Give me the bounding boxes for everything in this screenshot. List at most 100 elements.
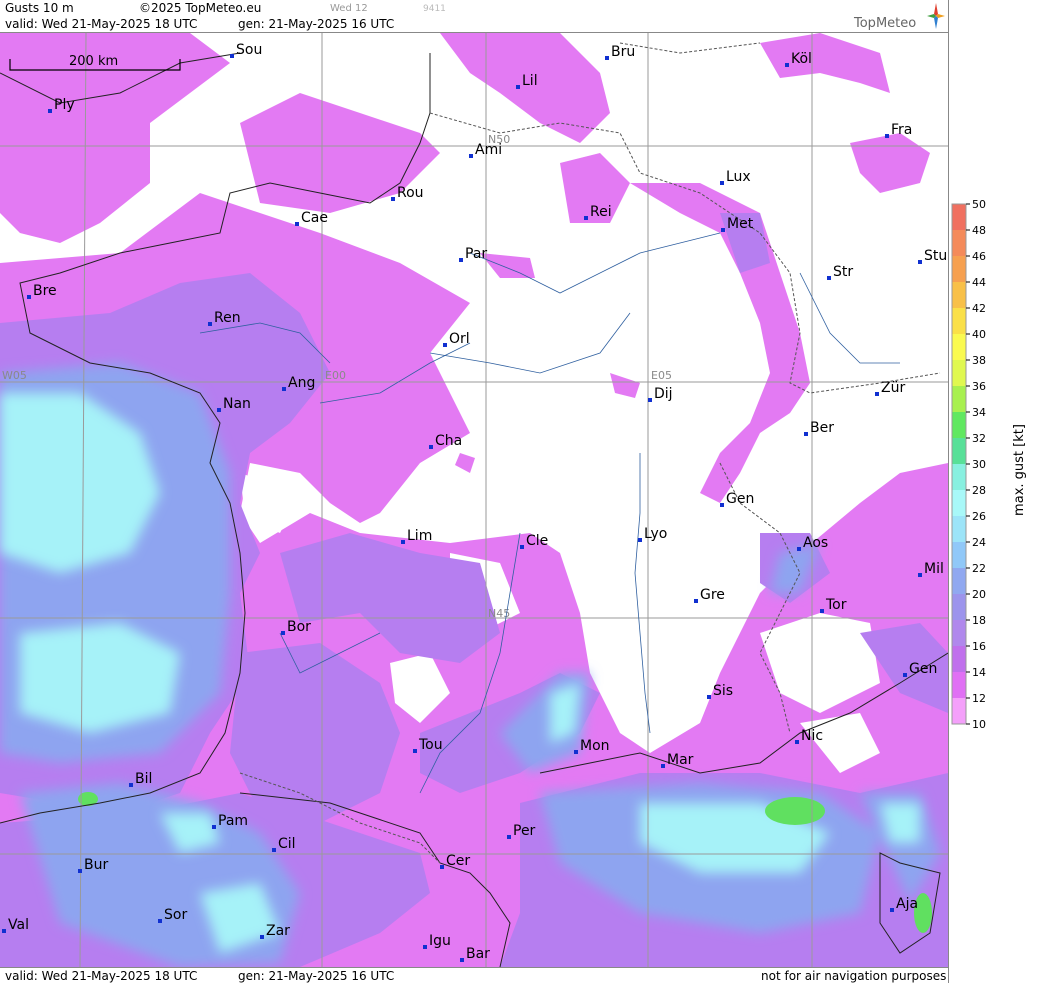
city-dot xyxy=(429,445,433,449)
city-dot xyxy=(2,929,6,933)
city-marker: Gen xyxy=(720,491,754,507)
legend-swatch xyxy=(952,464,966,490)
city-label: Bor xyxy=(287,619,311,635)
lon-label-w05: W05 xyxy=(2,369,27,382)
city-label: Ren xyxy=(214,310,241,326)
legend-tick-label: 22 xyxy=(972,562,986,575)
city-label: Mon xyxy=(580,738,610,754)
legend-tick-label: 14 xyxy=(972,666,986,679)
city-dot xyxy=(721,228,725,232)
navigation-disclaimer: not for air navigation purposes xyxy=(761,969,947,983)
city-label: Rei xyxy=(590,204,612,220)
city-label: Ami xyxy=(475,142,502,158)
city-label: Bre xyxy=(33,283,57,299)
city-label: Mar xyxy=(667,752,694,768)
city-label: Lil xyxy=(522,73,538,89)
city-dot xyxy=(460,958,464,962)
run-code: 9411 xyxy=(423,4,446,14)
legend-title: max. gust [kt] xyxy=(1012,424,1027,516)
city-dot xyxy=(440,865,444,869)
legend-swatch xyxy=(952,204,966,230)
legend-swatch xyxy=(952,412,966,438)
city-label: Met xyxy=(727,216,754,232)
city-label: Cle xyxy=(526,533,548,549)
city-label: Lyo xyxy=(644,526,667,542)
copyright: ©2025 TopMeteo.eu xyxy=(139,1,262,15)
footer-generated-time: gen: 21-May-2025 16 UTC xyxy=(238,969,395,983)
city-label: Tor xyxy=(825,597,847,613)
city-dot xyxy=(208,322,212,326)
city-label: Cil xyxy=(278,836,296,852)
city-dot xyxy=(574,750,578,754)
legend-swatch xyxy=(952,256,966,282)
city-label: Bar xyxy=(466,946,490,962)
legend-swatch xyxy=(952,308,966,334)
city-label: Val xyxy=(8,917,29,933)
map-title: Gusts 10 m xyxy=(5,1,74,15)
city-dot xyxy=(785,63,789,67)
city-dot xyxy=(827,276,831,280)
city-dot xyxy=(423,945,427,949)
city-dot xyxy=(391,197,395,201)
city-dot xyxy=(230,54,234,58)
city-dot xyxy=(918,260,922,264)
legend-tick-label: 42 xyxy=(972,302,986,315)
city-dot xyxy=(638,538,642,542)
legend-tick-label: 26 xyxy=(972,510,986,523)
legend-swatch xyxy=(952,542,966,568)
city-label: Ajа xyxy=(896,896,918,912)
day-tag: Wed 12 xyxy=(330,3,368,14)
city-dot xyxy=(797,547,801,551)
lon-label-e00: E00 xyxy=(325,369,346,382)
legend-tick-label: 10 xyxy=(972,718,986,731)
legend-canvas: 50 48 46 44 42 40 38 36 34 32 30 28 26 24 22 20 18 16 14 12… xyxy=(951,198,1027,731)
city-label: Nic xyxy=(801,728,823,744)
city-label: Orl xyxy=(449,331,470,347)
city-label: Rou xyxy=(397,185,424,201)
city-dot xyxy=(918,573,922,577)
city-dot xyxy=(516,85,520,89)
city-marker: Nan xyxy=(217,396,251,412)
city-dot xyxy=(282,387,286,391)
legend-swatch xyxy=(952,490,966,516)
legend-swatch xyxy=(952,516,966,542)
legend-swatch xyxy=(952,698,966,724)
city-dot xyxy=(78,869,82,873)
legend-tick-label: 48 xyxy=(972,224,986,237)
city-marker: Mon xyxy=(574,738,610,754)
city-dot xyxy=(605,56,609,60)
city-label: Bru xyxy=(611,44,635,60)
legend-swatch xyxy=(952,438,966,464)
city-dot xyxy=(520,545,524,549)
city-dot xyxy=(413,749,417,753)
city-label: Gre xyxy=(700,587,725,603)
city-label: Sou xyxy=(236,42,262,58)
city-marker: Gen xyxy=(903,661,937,677)
city-label: Gen xyxy=(726,491,754,507)
city-label: Zür xyxy=(881,380,905,396)
city-label: Zar xyxy=(266,923,290,939)
gust-map[interactable]: N50 N45 W05 E00 E05 200 km Sou Bru Köl Lil P… xyxy=(0,33,948,967)
city-dot xyxy=(27,295,31,299)
city-dot xyxy=(661,764,665,768)
city-dot xyxy=(584,216,588,220)
city-dot xyxy=(469,154,473,158)
city-label: Dij xyxy=(654,386,673,402)
city-label: Köl xyxy=(791,51,812,67)
city-dot xyxy=(804,432,808,436)
topmeteo-logo[interactable]: TopMeteo xyxy=(848,2,946,32)
city-dot xyxy=(820,609,824,613)
legend-swatch xyxy=(952,282,966,308)
legend-swatch xyxy=(952,620,966,646)
city-dot xyxy=(890,908,894,912)
legend-swatch xyxy=(952,360,966,386)
city-label: Cae xyxy=(301,210,328,226)
legend-tick-label: 32 xyxy=(972,432,986,445)
city-dot xyxy=(281,631,285,635)
city-dot xyxy=(648,398,652,402)
generated-time: gen: 21-May-2025 16 UTC xyxy=(238,17,395,31)
city-label: Lim xyxy=(407,528,432,544)
city-dot xyxy=(459,258,463,262)
city-label: Mil xyxy=(924,561,944,577)
legend-tick-label: 24 xyxy=(972,536,986,549)
